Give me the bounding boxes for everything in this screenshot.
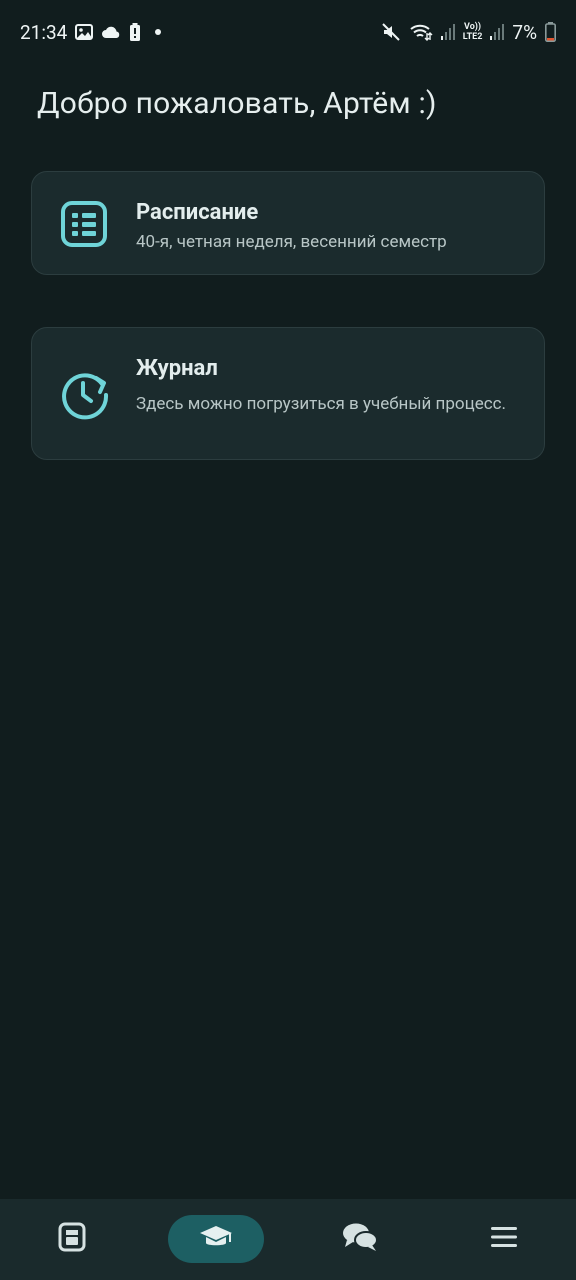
- battery-percent: 7%: [512, 20, 537, 44]
- mute-icon: [381, 22, 401, 42]
- schedule-card-subtitle: 40-я, четная неделя, весенний семестр: [136, 232, 447, 252]
- history-clock-icon: [58, 368, 112, 426]
- nav-menu[interactable]: [480, 1215, 528, 1263]
- gallery-icon: [75, 24, 94, 40]
- status-bar: 21:34 Vo)) LTE2 7%: [0, 0, 576, 64]
- schedule-list-icon: [58, 198, 110, 254]
- journal-card-subtitle: Здесь можно погрузиться в учебный процес…: [136, 394, 506, 414]
- nav-dashboard[interactable]: [48, 1215, 96, 1263]
- notification-dot-icon: [155, 29, 162, 35]
- signal-icon: [440, 24, 455, 40]
- graduation-cap-icon: [199, 1224, 233, 1254]
- nav-education[interactable]: [168, 1215, 264, 1263]
- journal-card[interactable]: Журнал Здесь можно погрузиться в учебный…: [31, 327, 545, 460]
- status-bar-left: 21:34: [20, 20, 162, 44]
- journal-card-title: Журнал: [136, 356, 218, 381]
- cloud-icon: [101, 25, 121, 39]
- status-time: 21:34: [20, 20, 68, 44]
- menu-icon: [490, 1226, 518, 1252]
- chat-icon: [342, 1222, 378, 1256]
- schedule-card-title: Расписание: [136, 200, 259, 225]
- battery-icon: [545, 22, 556, 42]
- schedule-card[interactable]: Расписание 40-я, четная неделя, весенний…: [31, 171, 545, 275]
- signal-icon-2: [490, 24, 505, 40]
- bottom-navigation: [0, 1199, 576, 1280]
- volte-label: Vo)): [464, 22, 482, 32]
- battery-alert-icon: [129, 23, 141, 41]
- volte-lte2-icon: Vo)) LTE2: [463, 22, 483, 42]
- nav-chat[interactable]: [336, 1215, 384, 1263]
- dashboard-icon: [58, 1222, 86, 1256]
- lte-label: LTE2: [462, 32, 483, 42]
- status-bar-right: Vo)) LTE2 7%: [381, 21, 556, 44]
- wifi-icon: [409, 23, 433, 41]
- greeting-title: Добро пожаловать, Артём :): [37, 86, 437, 121]
